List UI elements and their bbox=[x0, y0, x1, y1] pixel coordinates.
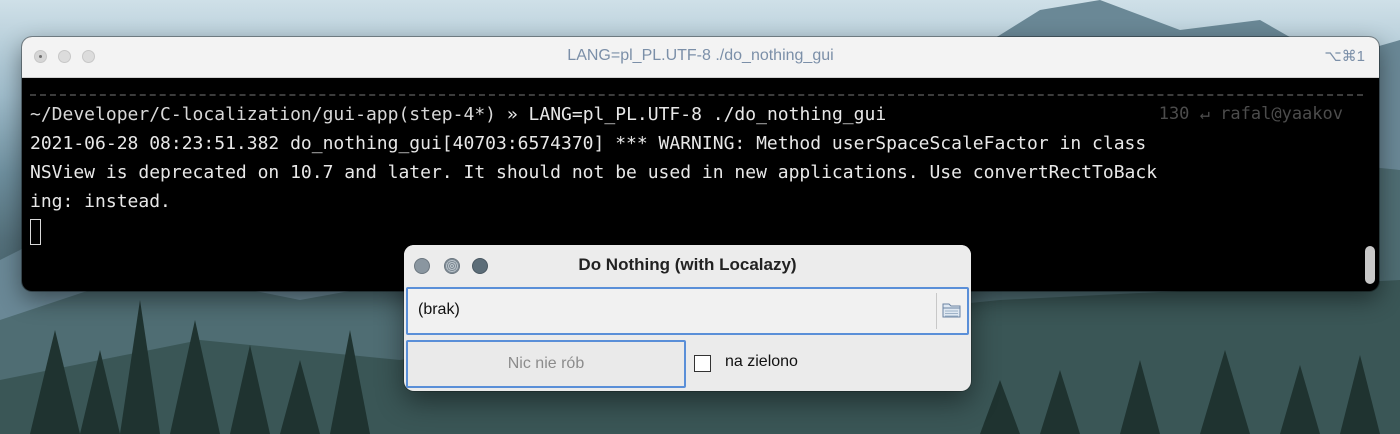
app-window[interactable]: Do Nothing (with Localazy) (brak) Nic ni… bbox=[404, 245, 971, 391]
green-checkbox[interactable] bbox=[694, 355, 711, 372]
user-host: rafal@yaakov bbox=[1220, 104, 1343, 124]
separator-line bbox=[30, 82, 1363, 96]
scrollbar-thumb[interactable] bbox=[1365, 246, 1375, 284]
terminal-shortcut: ⌥⌘1 bbox=[1324, 48, 1365, 65]
divider bbox=[936, 293, 937, 329]
path-value: (brak) bbox=[418, 301, 460, 318]
output-line: ing: instead. bbox=[30, 191, 171, 212]
checkbox-label[interactable]: na zielono bbox=[725, 353, 798, 371]
exit-code: 130 bbox=[1158, 104, 1190, 124]
terminal-titlebar[interactable]: LANG=pl_PL.UTF-8 ./do_nothing_gui ⌥⌘1 bbox=[22, 37, 1379, 78]
prompt-right-status: 130 ↵ rafal@yaakov bbox=[1159, 100, 1343, 129]
folder-icon[interactable] bbox=[941, 299, 963, 321]
scrollbar[interactable] bbox=[1363, 86, 1375, 284]
command-text: LANG=pl_PL.UTF-8 ./do_nothing_gui bbox=[528, 104, 887, 125]
text-cursor bbox=[30, 219, 41, 245]
return-icon: ↵ bbox=[1199, 104, 1210, 124]
prompt-symbol: » bbox=[506, 104, 518, 125]
prompt-path: ~/Developer/C-localization/gui-app(step-… bbox=[30, 104, 496, 125]
terminal-title: LANG=pl_PL.UTF-8 ./do_nothing_gui bbox=[567, 47, 834, 64]
do-nothing-button[interactable]: Nic nie rób bbox=[406, 340, 686, 388]
prompt-line: ~/Developer/C-localization/gui-app(step-… bbox=[30, 100, 1343, 129]
app-titlebar[interactable]: Do Nothing (with Localazy) bbox=[404, 245, 971, 285]
window-title: Do Nothing (with Localazy) bbox=[578, 255, 797, 274]
output-line: NSView is deprecated on 10.7 and later. … bbox=[30, 162, 1158, 183]
output-line: 2021-06-28 08:23:51.382 do_nothing_gui[4… bbox=[30, 133, 1147, 154]
path-input[interactable]: (brak) bbox=[406, 287, 969, 335]
